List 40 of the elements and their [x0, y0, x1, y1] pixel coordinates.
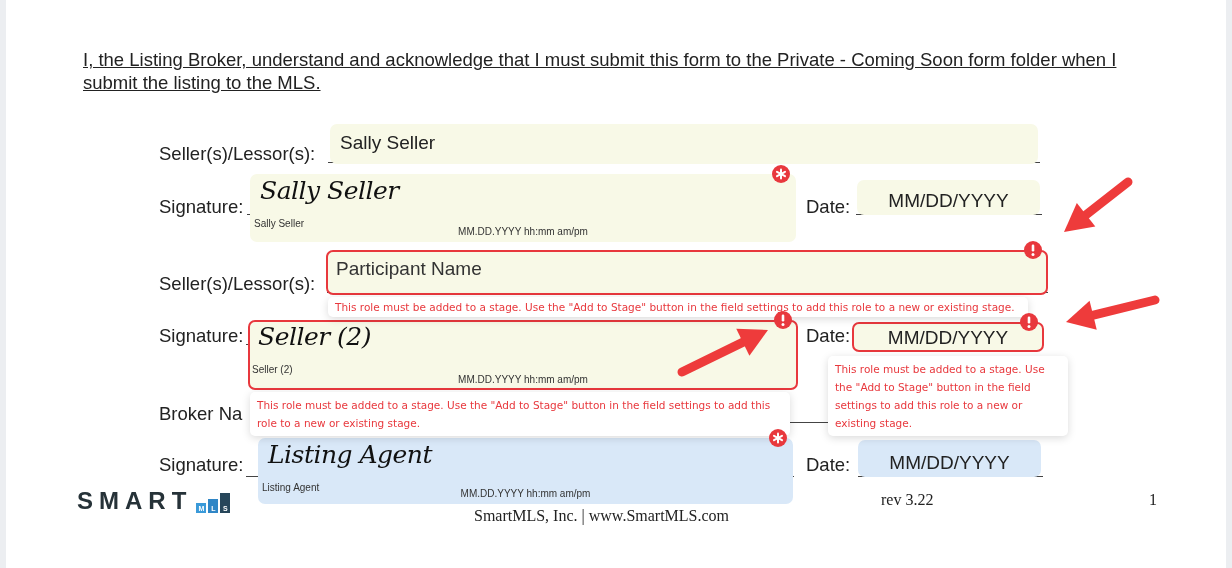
acknowledgement-text: I, the Listing Broker, understand and acknowledge that I must submit this form to the Private - Coming Soon form folder when I submit the listing to the MLS.: [83, 48, 1118, 94]
text-field[interactable]: Sally Seller: [330, 124, 1038, 164]
date-field[interactable]: MM/DD/YYYY: [858, 440, 1041, 477]
field-label: Date:: [806, 196, 851, 218]
field-label: Signature:: [159, 325, 244, 347]
signer-name: Sally Seller: [254, 218, 305, 229]
signature-field[interactable]: Seller (2) Seller (2) MM.DD.YYYY hh:mm am/pm: [248, 320, 798, 390]
error-message: This role must be added to a stage. Use the "Add to Stage" button in the field settings to add this role to a new or existing stage.: [835, 363, 1045, 429]
error-message: This role must be added to a stage. Use the "Add to Stage" button in the field settings to add this role to a new or existing stage.: [257, 399, 771, 429]
pointer-arrow-icon: [677, 328, 768, 377]
signer-name: Seller (2): [252, 364, 293, 375]
signature-text: Sally Seller: [260, 176, 399, 205]
signature-field[interactable]: Listing Agent Listing Agent MM.DD.YYYY hh:mm am/pm: [258, 438, 793, 504]
field-label: Date:: [806, 325, 851, 347]
date-value: MM/DD/YYYY: [886, 327, 1010, 349]
pointer-arrow-icon: [1066, 295, 1160, 330]
field-label: Broker Na: [159, 403, 243, 425]
error-message: This role must be added to a stage. Use the "Add to Stage" button in the field settings to add this role to a new or existing stage.: [335, 301, 1015, 313]
company-footer-text: SmartMLS, Inc. | www.SmartMLS.com: [474, 507, 730, 525]
page-number: 1: [1149, 491, 1157, 509]
field-placeholder: Participant Name: [336, 258, 482, 280]
signature-text: Listing Agent: [268, 440, 433, 469]
signer-name: Listing Agent: [262, 482, 320, 493]
timestamp-text: MM.DD.YYYY hh:mm am/pm: [457, 226, 589, 237]
timestamp-text: MM.DD.YYYY hh:mm am/pm: [457, 374, 589, 385]
text-field[interactable]: Participant Name: [326, 250, 1048, 295]
signature-text: Seller (2): [258, 322, 372, 351]
signature-field[interactable]: Sally Seller Sally Seller MM.DD.YYYY hh:mm am/pm: [250, 174, 796, 242]
field-label: Signature:: [159, 454, 244, 476]
field-label: Seller(s)/Lessor(s):: [159, 273, 316, 295]
date-field[interactable]: MM/DD/YYYY: [852, 322, 1044, 352]
field-value: Sally Seller: [340, 132, 436, 154]
field-label: Signature:: [159, 196, 244, 218]
revision-text: rev 3.22: [881, 491, 934, 509]
pointer-arrow-icon: [1064, 177, 1133, 232]
field-label: Seller(s)/Lessor(s):: [159, 143, 316, 165]
field-label: Date:: [806, 454, 851, 476]
date-field[interactable]: MM/DD/YYYY: [857, 180, 1040, 215]
date-value: MM/DD/YYYY: [888, 452, 1011, 474]
date-value: MM/DD/YYYY: [887, 190, 1010, 212]
